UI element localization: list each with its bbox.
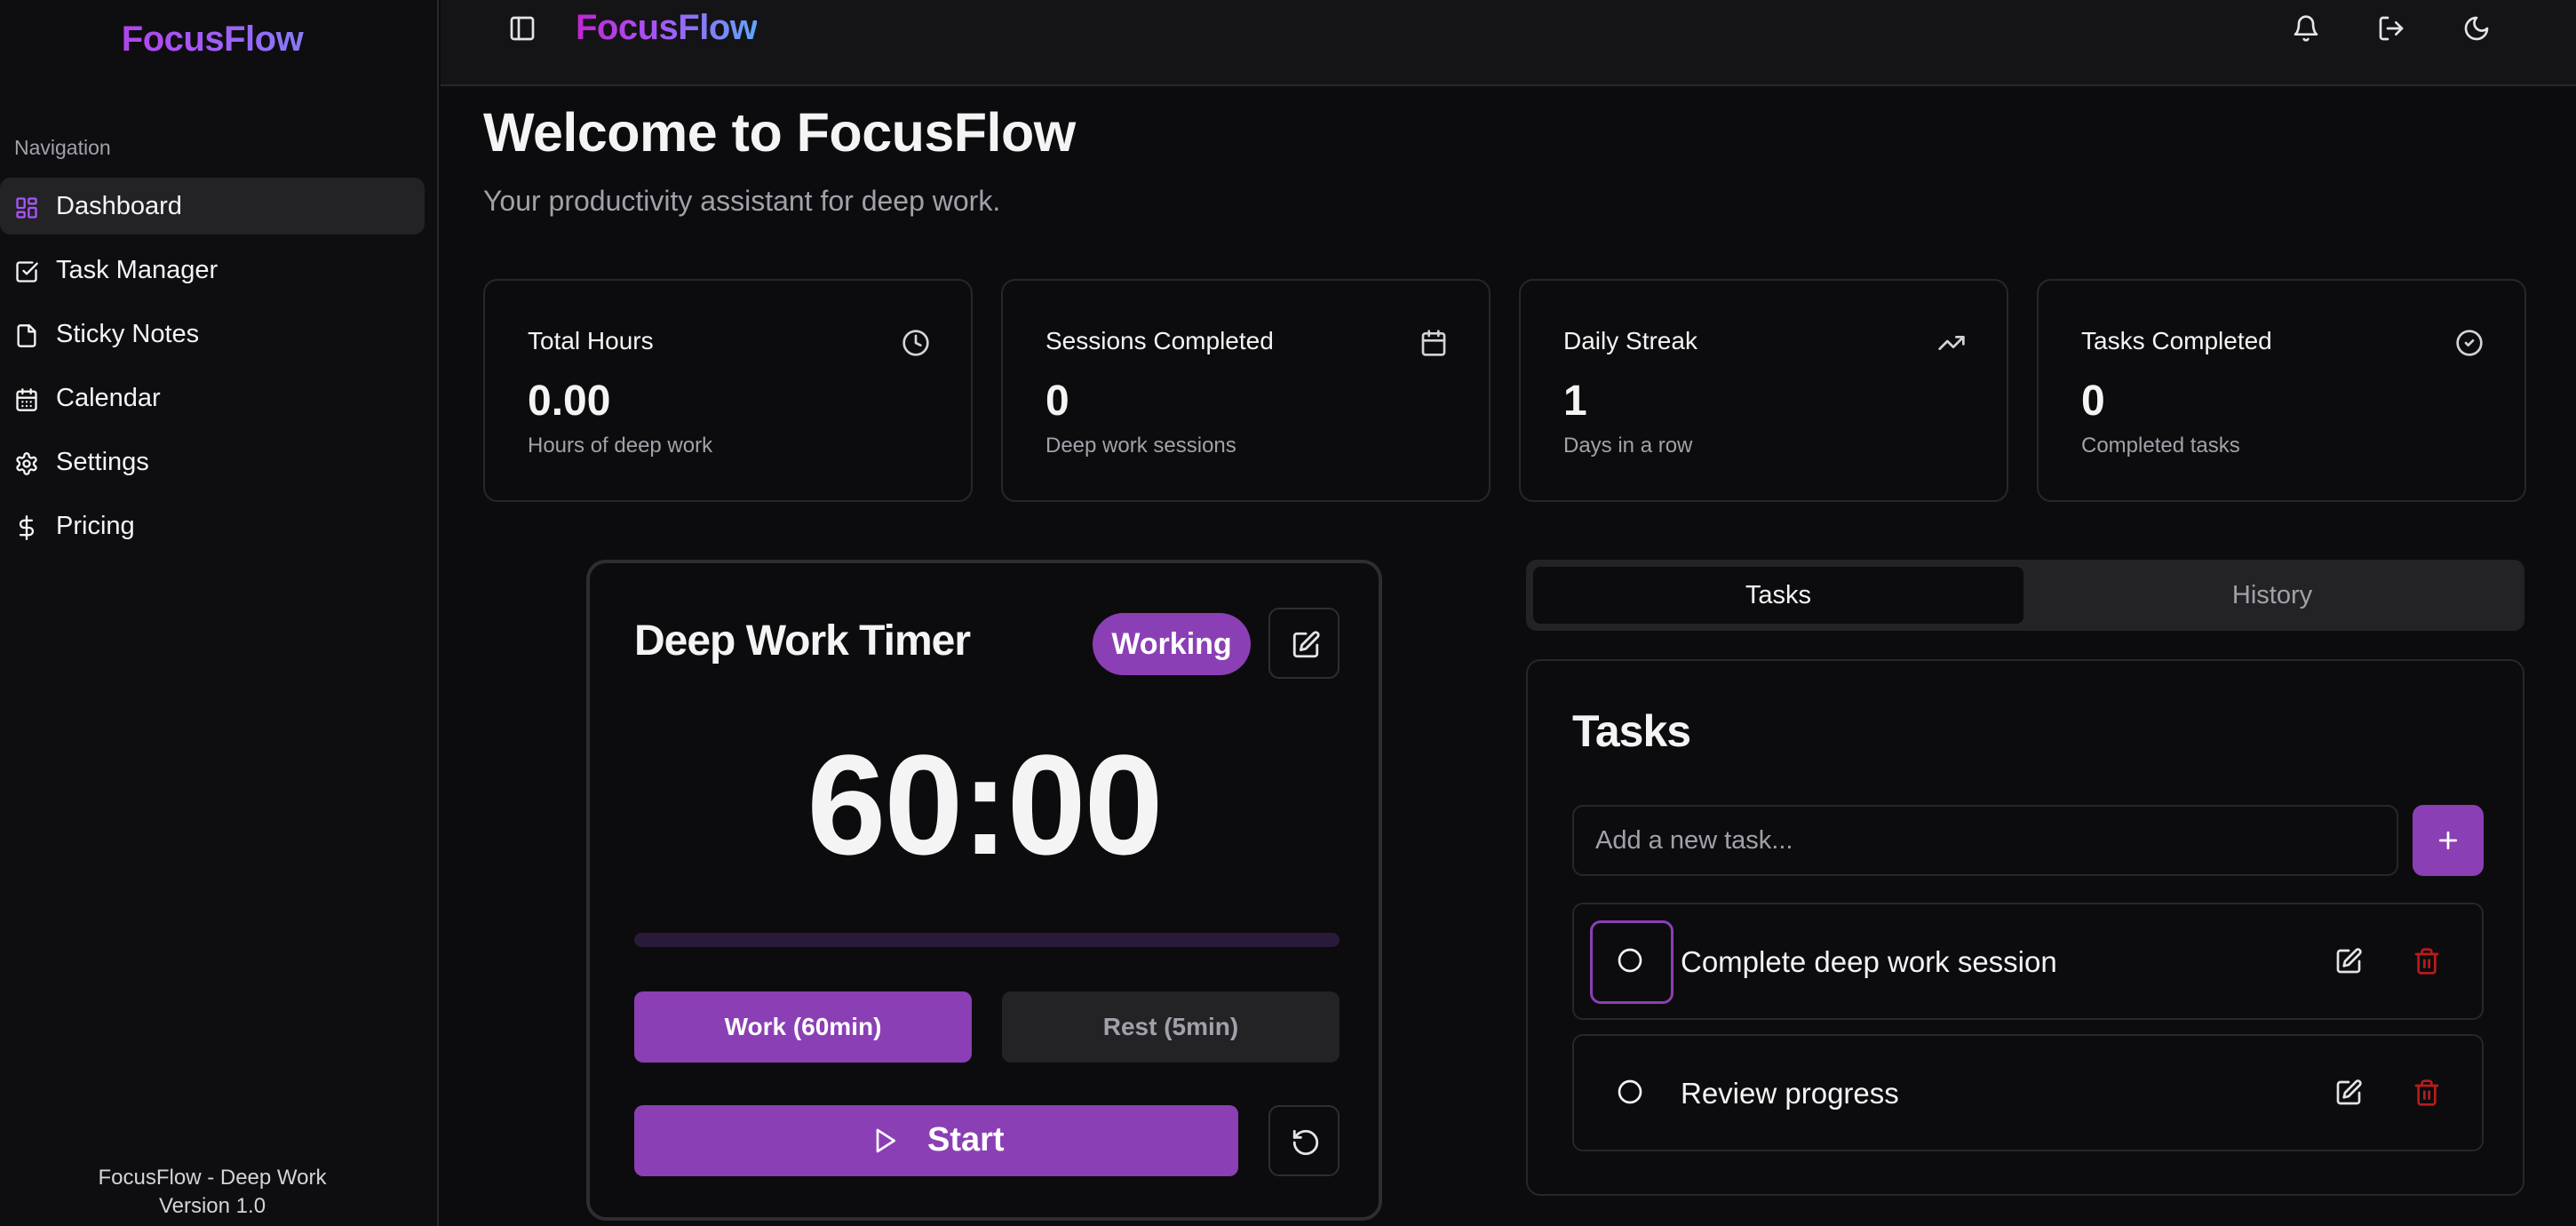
task-checkbox[interactable] — [1590, 920, 1674, 1004]
moon-icon[interactable] — [2462, 14, 2491, 43]
stat-value: 0 — [1046, 378, 1069, 425]
sidebar: FocusFlow Navigation Dashboard Task Mana… — [0, 0, 439, 1226]
tab-tasks[interactable]: Tasks — [1533, 567, 2023, 624]
bell-icon[interactable] — [2292, 14, 2320, 43]
stat-description: Completed tasks — [2081, 434, 2240, 458]
sidebar-toggle-icon[interactable] — [508, 14, 537, 43]
calendar-icon — [16, 388, 37, 411]
reset-icon — [1292, 1129, 1319, 1156]
sidebar-item-label: Settings — [56, 448, 149, 476]
add-task-button[interactable] — [2413, 805, 2484, 876]
sidebar-item-task-manager[interactable]: Task Manager — [0, 242, 425, 299]
logout-icon[interactable] — [2377, 14, 2405, 43]
note-icon — [17, 324, 36, 347]
dollar-icon — [19, 515, 35, 540]
sidebar-item-label: Pricing — [56, 512, 135, 540]
stat-title: Total Hours — [528, 327, 654, 354]
task-checkbox[interactable] — [1590, 1052, 1674, 1135]
play-icon — [876, 1128, 895, 1153]
stat-card-daily-streak: Daily Streak 1 Days in a row — [1519, 279, 2008, 502]
sidebar-item-dashboard[interactable]: Dashboard — [0, 178, 425, 235]
nav-list: Dashboard Task Manager Sticky Notes Cale… — [0, 178, 439, 561]
timer-title: Deep Work Timer — [634, 617, 971, 665]
clock-icon — [902, 330, 929, 356]
sidebar-footer: FocusFlow - Deep Work Version 1.0 — [0, 1164, 425, 1221]
new-task-input[interactable] — [1572, 805, 2398, 876]
plus-icon — [2438, 831, 2458, 850]
calendar-icon — [1421, 330, 1446, 356]
stat-description: Hours of deep work — [528, 434, 713, 458]
sidebar-item-label: Sticky Notes — [56, 320, 200, 348]
trending-up-icon — [1938, 336, 1965, 350]
dashboard-icon — [16, 197, 37, 219]
sidebar-logo[interactable]: FocusFlow — [0, 20, 425, 60]
trash-icon[interactable] — [2413, 947, 2441, 975]
task-item: Complete deep work session — [1572, 903, 2484, 1020]
start-button-label: Start — [927, 1121, 1005, 1158]
trash-icon[interactable] — [2413, 1079, 2441, 1107]
stat-card-total-hours: Total Hours 0.00 Hours of deep work — [483, 279, 973, 502]
stat-card-sessions: Sessions Completed 0 Deep work sessions — [1001, 279, 1491, 502]
stat-value: 0 — [2081, 378, 2105, 425]
edit-icon[interactable] — [2334, 1079, 2363, 1107]
check-circle-icon — [2456, 330, 2483, 356]
sidebar-item-pricing[interactable]: Pricing — [0, 498, 425, 554]
task-label: Complete deep work session — [1681, 945, 2057, 978]
stat-card-tasks-completed: Tasks Completed 0 Completed tasks — [2037, 279, 2526, 502]
edit-icon[interactable] — [2334, 947, 2363, 975]
stat-description: Days in a row — [1563, 434, 1693, 458]
sidebar-item-calendar[interactable]: Calendar — [0, 370, 425, 426]
top-bar — [441, 0, 2576, 86]
sidebar-item-label: Task Manager — [56, 256, 219, 284]
circle-icon — [1618, 948, 1642, 973]
sidebar-item-label: Calendar — [56, 384, 161, 412]
start-button[interactable]: Start — [634, 1105, 1238, 1176]
gear-icon — [16, 452, 37, 475]
page-subtitle: Your productivity assistant for deep wor… — [483, 185, 1001, 217]
work-mode-button[interactable]: Work (60min) — [634, 991, 972, 1063]
stat-title: Tasks Completed — [2081, 327, 2272, 354]
sidebar-item-sticky-notes[interactable]: Sticky Notes — [0, 306, 425, 362]
footer-app-name: FocusFlow - Deep Work — [98, 1166, 327, 1190]
edit-timer-button[interactable] — [1268, 608, 1340, 679]
tasks-title: Tasks — [1572, 706, 1691, 756]
page-title: Welcome to FocusFlow — [483, 102, 1076, 163]
stat-title: Sessions Completed — [1046, 327, 1274, 354]
rest-mode-button[interactable]: Rest (5min) — [1002, 991, 1340, 1063]
edit-icon — [1292, 631, 1320, 658]
stat-title: Daily Streak — [1563, 327, 1697, 354]
task-label: Review progress — [1681, 1077, 1899, 1110]
sidebar-item-settings[interactable]: Settings — [0, 434, 425, 490]
stat-description: Deep work sessions — [1046, 434, 1236, 458]
timer-progress-bar — [634, 933, 1340, 947]
header-logo[interactable]: FocusFlow — [576, 8, 758, 48]
checkbox-icon — [16, 261, 38, 283]
tab-history[interactable]: History — [2027, 567, 2517, 624]
timer-status-badge: Working — [1093, 613, 1251, 675]
task-item: Review progress — [1572, 1034, 2484, 1151]
timer-display: 60:00 — [807, 725, 1163, 884]
circle-icon — [1618, 1079, 1642, 1104]
tasks-card: Tasks Complete deep work session Review … — [1526, 659, 2524, 1196]
nav-heading: Navigation — [14, 136, 111, 159]
footer-version: Version 1.0 — [158, 1194, 266, 1218]
tasks-history-tabs: Tasks History — [1526, 560, 2524, 631]
deep-work-timer-card: Deep Work Timer Working 60:00 Work (60mi… — [586, 560, 1382, 1221]
reset-timer-button[interactable] — [1268, 1105, 1340, 1176]
stat-value: 0.00 — [528, 378, 611, 425]
stat-value: 1 — [1563, 378, 1587, 425]
sidebar-item-label: Dashboard — [56, 192, 182, 220]
